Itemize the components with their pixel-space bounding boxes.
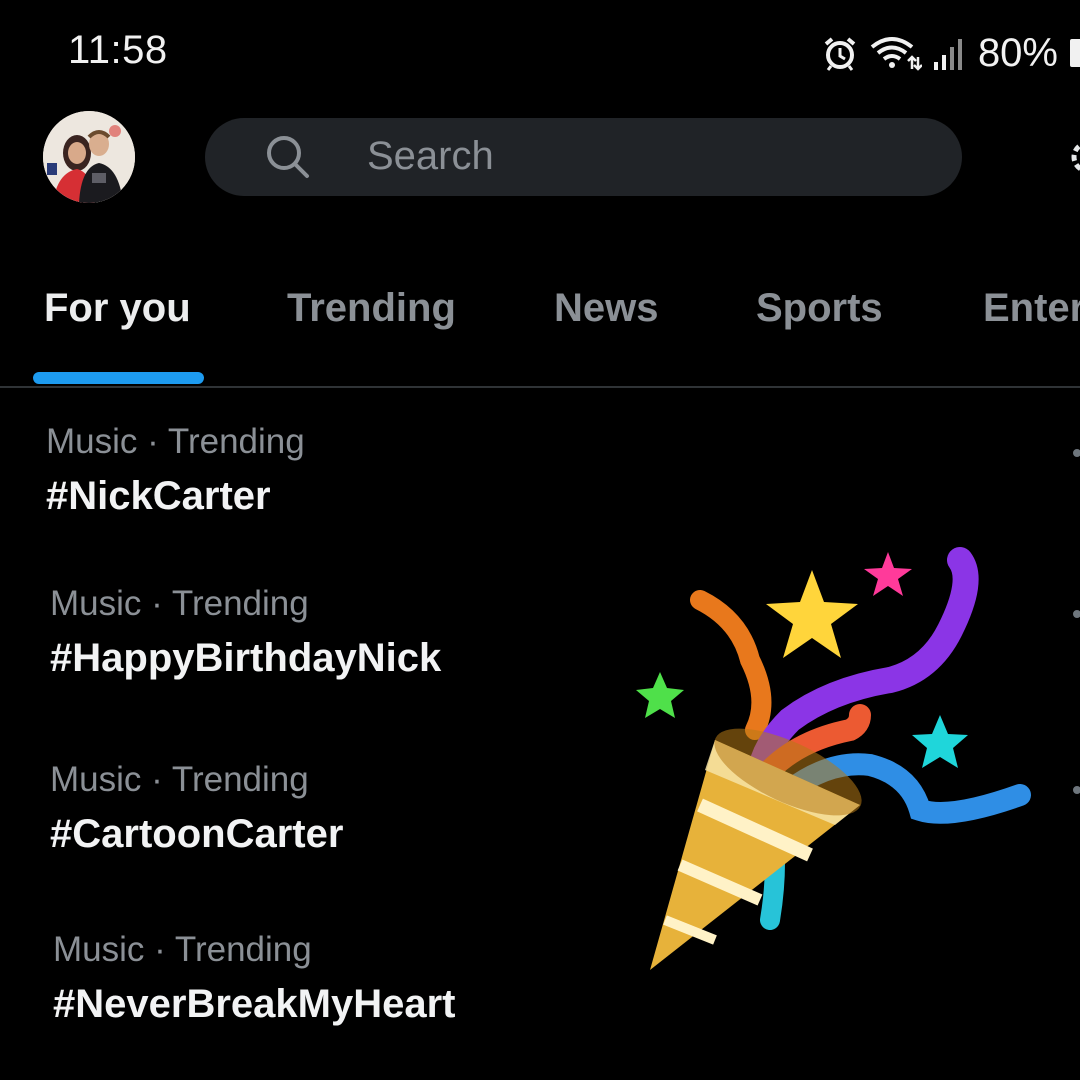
more-options-icon[interactable] [1073,449,1080,457]
trend-title: #CartoonCarter [50,812,344,856]
gear-icon[interactable] [1068,136,1080,178]
tab-for-you[interactable]: For you [44,286,191,331]
trend-title: #NeverBreakMyHeart [53,982,456,1026]
tab-trending[interactable]: Trending [287,286,456,331]
active-tab-indicator [33,372,204,384]
battery-percent: 80% [977,30,1058,75]
trend-context: Music · Trending [50,760,309,799]
battery-icon [1070,39,1080,67]
trend-item[interactable]: Music · Trending #HappyBirthdayNick [50,584,441,681]
search-bar[interactable]: Search [205,118,962,196]
signal-icon [932,36,964,70]
trend-context: Music · Trending [46,422,305,461]
tab-entertainment[interactable]: Enter [983,286,1080,331]
wifi-icon [868,35,922,71]
trend-title: #HappyBirthdayNick [50,636,442,680]
trend-item[interactable]: Music · Trending #NeverBreakMyHeart [53,930,455,1027]
trend-title: #NickCarter [46,474,271,518]
explore-screen: 11:58 80% Search For you Trending News S… [0,0,1080,1080]
profile-avatar[interactable] [43,111,135,203]
trend-item[interactable]: Music · Trending #NickCarter [46,422,305,519]
alarm-icon [822,35,858,71]
status-icons: 80% [822,28,1080,78]
party-popper-icon [636,547,1031,970]
trend-context: Music · Trending [50,584,309,623]
trend-item[interactable]: Music · Trending #CartoonCarter [50,760,343,857]
tabs-divider [0,386,1080,388]
search-icon [267,136,309,178]
tab-sports[interactable]: Sports [756,286,883,331]
explore-tabs: For you Trending News Sports Enter [0,280,1080,390]
trend-context: Music · Trending [53,930,312,969]
status-time: 11:58 [68,28,168,72]
more-options-icon[interactable] [1073,610,1080,618]
more-options-icon[interactable] [1073,786,1080,794]
search-placeholder: Search [367,134,494,178]
tab-news[interactable]: News [554,286,659,331]
